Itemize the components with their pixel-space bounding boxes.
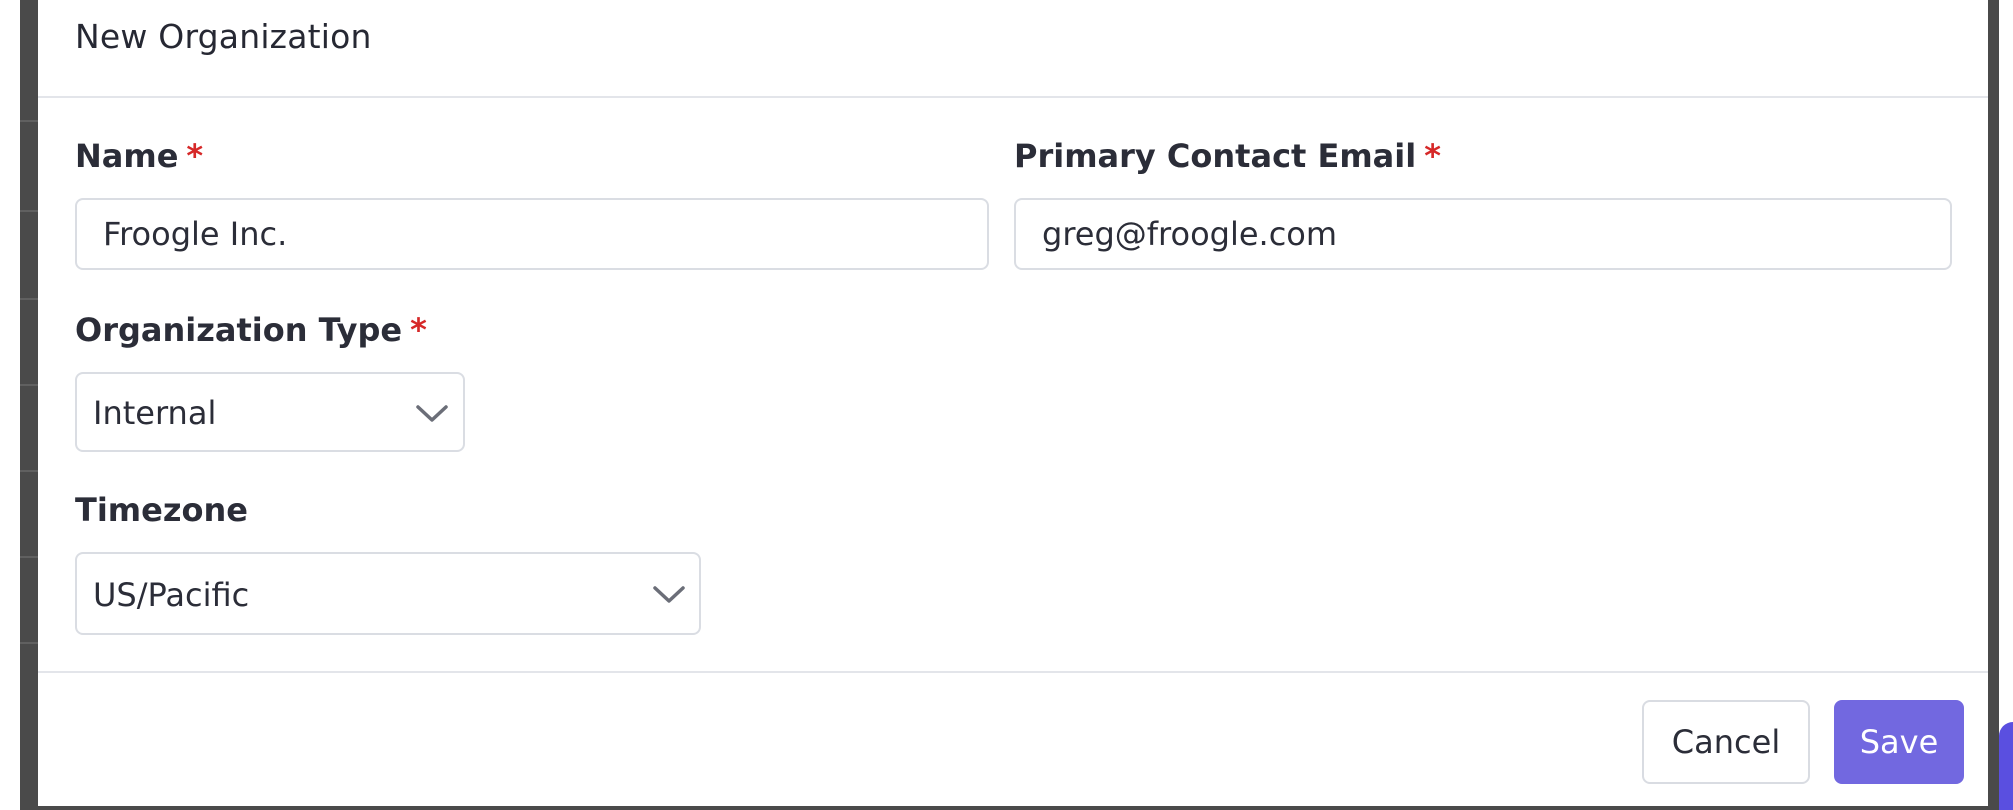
new-organization-dialog: New Organization Name * Froogle Inc. Prim… bbox=[38, 0, 1988, 806]
primary-contact-email-value: greg@froogle.com bbox=[1042, 215, 1338, 253]
backdrop-row-divider bbox=[20, 642, 38, 644]
required-asterisk: * bbox=[186, 137, 204, 175]
save-button[interactable]: Save bbox=[1834, 700, 1964, 784]
backdrop-row-divider bbox=[20, 210, 38, 212]
backdrop-row-divider bbox=[20, 556, 38, 558]
timezone-selected: US/Pacific bbox=[93, 576, 250, 614]
dialog-title: New Organization bbox=[75, 17, 372, 56]
backdrop-row-divider bbox=[20, 298, 38, 300]
name-input[interactable]: Froogle Inc. bbox=[75, 198, 989, 270]
primary-contact-email-label: Primary Contact Email * bbox=[1014, 137, 1441, 175]
backdrop-row-divider bbox=[20, 470, 38, 472]
backdrop-right-page bbox=[1999, 0, 2013, 810]
required-asterisk: * bbox=[410, 311, 427, 349]
dialog-header: New Organization bbox=[38, 0, 1988, 98]
chevron-down-icon bbox=[653, 586, 685, 603]
name-input-value: Froogle Inc. bbox=[103, 215, 288, 253]
timezone-label-text: Timezone bbox=[75, 491, 248, 529]
backdrop-row-divider bbox=[20, 120, 38, 122]
organization-type-label-text: Organization Type bbox=[75, 311, 403, 349]
name-label-text: Name bbox=[75, 137, 179, 175]
organization-type-select[interactable]: Internal bbox=[75, 372, 465, 452]
primary-contact-email-label-text: Primary Contact Email bbox=[1014, 137, 1417, 175]
backdrop-row-divider bbox=[20, 384, 38, 386]
name-label: Name * bbox=[75, 137, 203, 175]
backdrop-button-edge bbox=[1999, 722, 2013, 810]
chevron-down-icon bbox=[416, 405, 448, 422]
cancel-button[interactable]: Cancel bbox=[1642, 700, 1810, 784]
required-asterisk: * bbox=[1424, 137, 1441, 175]
timezone-label: Timezone bbox=[75, 491, 248, 529]
organization-type-selected: Internal bbox=[93, 394, 217, 432]
primary-contact-email-input[interactable]: greg@froogle.com bbox=[1014, 198, 1952, 270]
organization-type-label: Organization Type * bbox=[75, 311, 427, 349]
backdrop-left bbox=[0, 0, 38, 810]
dialog-footer: Cancel Save bbox=[38, 671, 1988, 808]
backdrop-right bbox=[1987, 0, 2013, 810]
timezone-select[interactable]: US/Pacific bbox=[75, 552, 701, 635]
